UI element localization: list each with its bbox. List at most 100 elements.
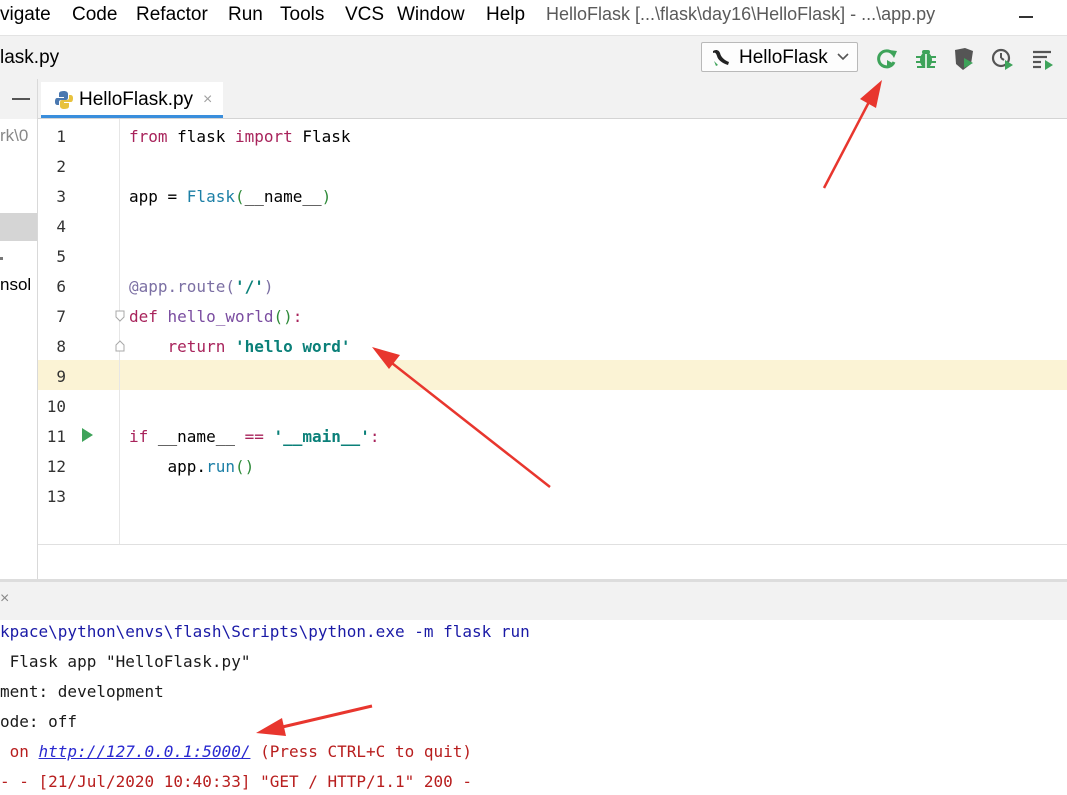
line-number: 12 <box>46 457 66 476</box>
line-number: 9 <box>56 367 66 386</box>
menu-code[interactable]: Code <box>72 4 117 26</box>
module-name: flask <box>167 127 235 146</box>
paren: () <box>234 457 255 476</box>
line-number: 8 <box>56 337 66 356</box>
coverage-icon[interactable] <box>951 46 977 72</box>
keyword: return <box>167 337 226 356</box>
keyword: from <box>129 127 168 146</box>
editor-footer <box>38 544 1067 579</box>
code-line-11: if __name__ == '__main__': <box>129 427 379 446</box>
assignment: app = <box>129 187 187 206</box>
line-number: 3 <box>56 187 66 206</box>
running-suffix: (Press CTRL+C to quit) <box>250 742 473 761</box>
run-gutter-icon[interactable] <box>82 428 93 442</box>
code-line-7: def hello_world(): <box>129 307 302 326</box>
window-title: HelloFlask [...\flask\day16\HelloFlask] … <box>546 4 936 24</box>
code-line-6: @app.route('/') <box>129 277 274 296</box>
console-line: on http://127.0.0.1:5000/ (Press CTRL+C … <box>0 742 472 761</box>
code-line-12: app.run() <box>129 457 255 476</box>
rerun-icon[interactable] <box>874 46 900 72</box>
menu-help[interactable]: Help <box>486 4 525 26</box>
tree-marker <box>0 257 3 260</box>
line-number: 2 <box>56 157 66 176</box>
hide-panel-icon[interactable] <box>12 98 30 100</box>
keyword: if <box>129 427 149 446</box>
menu-window[interactable]: Window <box>397 4 465 26</box>
code-line-3: app = Flask(__name__) <box>129 187 331 206</box>
line-number: 13 <box>46 487 66 506</box>
run-console-header: × <box>0 582 1067 620</box>
tab-label: HelloFlask.py <box>79 89 194 110</box>
tab-helloflask-py[interactable]: HelloFlask.py × <box>41 82 223 118</box>
chevron-down-icon <box>837 53 849 61</box>
console-line: Flask app "HelloFlask.py" <box>0 652 251 671</box>
run-configuration-select[interactable]: HelloFlask <box>701 42 858 72</box>
running-prefix: on <box>0 742 39 761</box>
string-literal: 'hello word' <box>225 337 351 356</box>
line-number: 11 <box>46 427 66 446</box>
menu-bar: vigate Code Refactor Run Tools VCS Windo… <box>0 0 1067 34</box>
object-access: app. <box>129 457 207 476</box>
code-line-1: from flask import Flask <box>129 127 351 146</box>
breadcrumb[interactable]: lask.py <box>0 47 59 69</box>
dunder-name: __name__ <box>148 427 245 446</box>
gutter-separator <box>119 119 120 544</box>
decorator-close: ) <box>263 277 274 296</box>
project-panel-header <box>0 79 37 119</box>
menu-navigate[interactable]: vigate <box>0 4 51 26</box>
paren: () <box>273 307 293 326</box>
fold-marker-icon[interactable] <box>115 310 125 322</box>
project-console-fragment[interactable]: nsol <box>0 275 37 295</box>
console-line: ode: off <box>0 712 78 731</box>
line-number: 6 <box>56 277 66 296</box>
function-name: hello_world <box>157 307 274 326</box>
code-line-8: return 'hello word' <box>129 337 351 356</box>
decorator: @app.route( <box>129 277 235 296</box>
argument: __name__ <box>244 187 322 206</box>
project-selected-row[interactable] <box>0 213 37 241</box>
line-number: 5 <box>56 247 66 266</box>
operator: == <box>244 427 264 446</box>
close-icon[interactable]: × <box>0 590 9 608</box>
colon: : <box>369 427 380 446</box>
colon: : <box>292 307 303 326</box>
console-line: ment: development <box>0 682 164 701</box>
project-path-fragment[interactable]: rk\0 <box>0 126 37 146</box>
fold-end-icon[interactable] <box>115 340 125 352</box>
run-config-label: HelloFlask <box>739 47 828 68</box>
paren: ) <box>321 187 332 206</box>
editor-tab-bar: HelloFlask.py × <box>38 79 1067 119</box>
debug-icon[interactable] <box>913 46 939 72</box>
string-literal: '__main__' <box>263 427 370 446</box>
navigation-bar: lask.py HelloFlask <box>0 35 1067 80</box>
code-editor[interactable]: 1 2 3 4 5 6 7 8 9 10 11 12 13 from flask… <box>38 119 1067 544</box>
call-name: Flask <box>186 187 235 206</box>
menu-vcs[interactable]: VCS <box>345 4 384 26</box>
close-icon[interactable]: × <box>203 91 212 109</box>
menu-tools[interactable]: Tools <box>280 4 324 26</box>
profile-icon[interactable] <box>990 46 1016 72</box>
menu-refactor[interactable]: Refactor <box>136 4 208 26</box>
import-name: Flask <box>292 127 351 146</box>
console-line: - - [21/Jul/2020 10:40:33] "GET / HTTP/1… <box>0 772 473 791</box>
line-number: 10 <box>46 397 66 416</box>
minimize-icon[interactable] <box>1019 16 1033 18</box>
python-file-icon <box>55 91 73 109</box>
run-tasks-icon[interactable] <box>1030 46 1056 72</box>
console-line: kpace\python\envs\flash\Scripts\python.e… <box>0 622 530 641</box>
current-line-highlight <box>38 360 1067 390</box>
line-number: 4 <box>56 217 66 236</box>
line-number: 1 <box>56 127 66 146</box>
string-literal: '/' <box>234 277 264 296</box>
keyword: import <box>234 127 293 146</box>
paren: ( <box>234 187 245 206</box>
flask-config-icon <box>713 49 729 66</box>
server-url-link[interactable]: http://127.0.0.1:5000/ <box>39 742 251 761</box>
run-console[interactable]: kpace\python\envs\flash\Scripts\python.e… <box>0 620 1067 795</box>
menu-run[interactable]: Run <box>228 4 263 26</box>
project-panel: rk\0 nsol <box>0 79 38 579</box>
call-name: run <box>206 457 235 476</box>
line-number: 7 <box>56 307 66 326</box>
keyword: def <box>129 307 158 326</box>
